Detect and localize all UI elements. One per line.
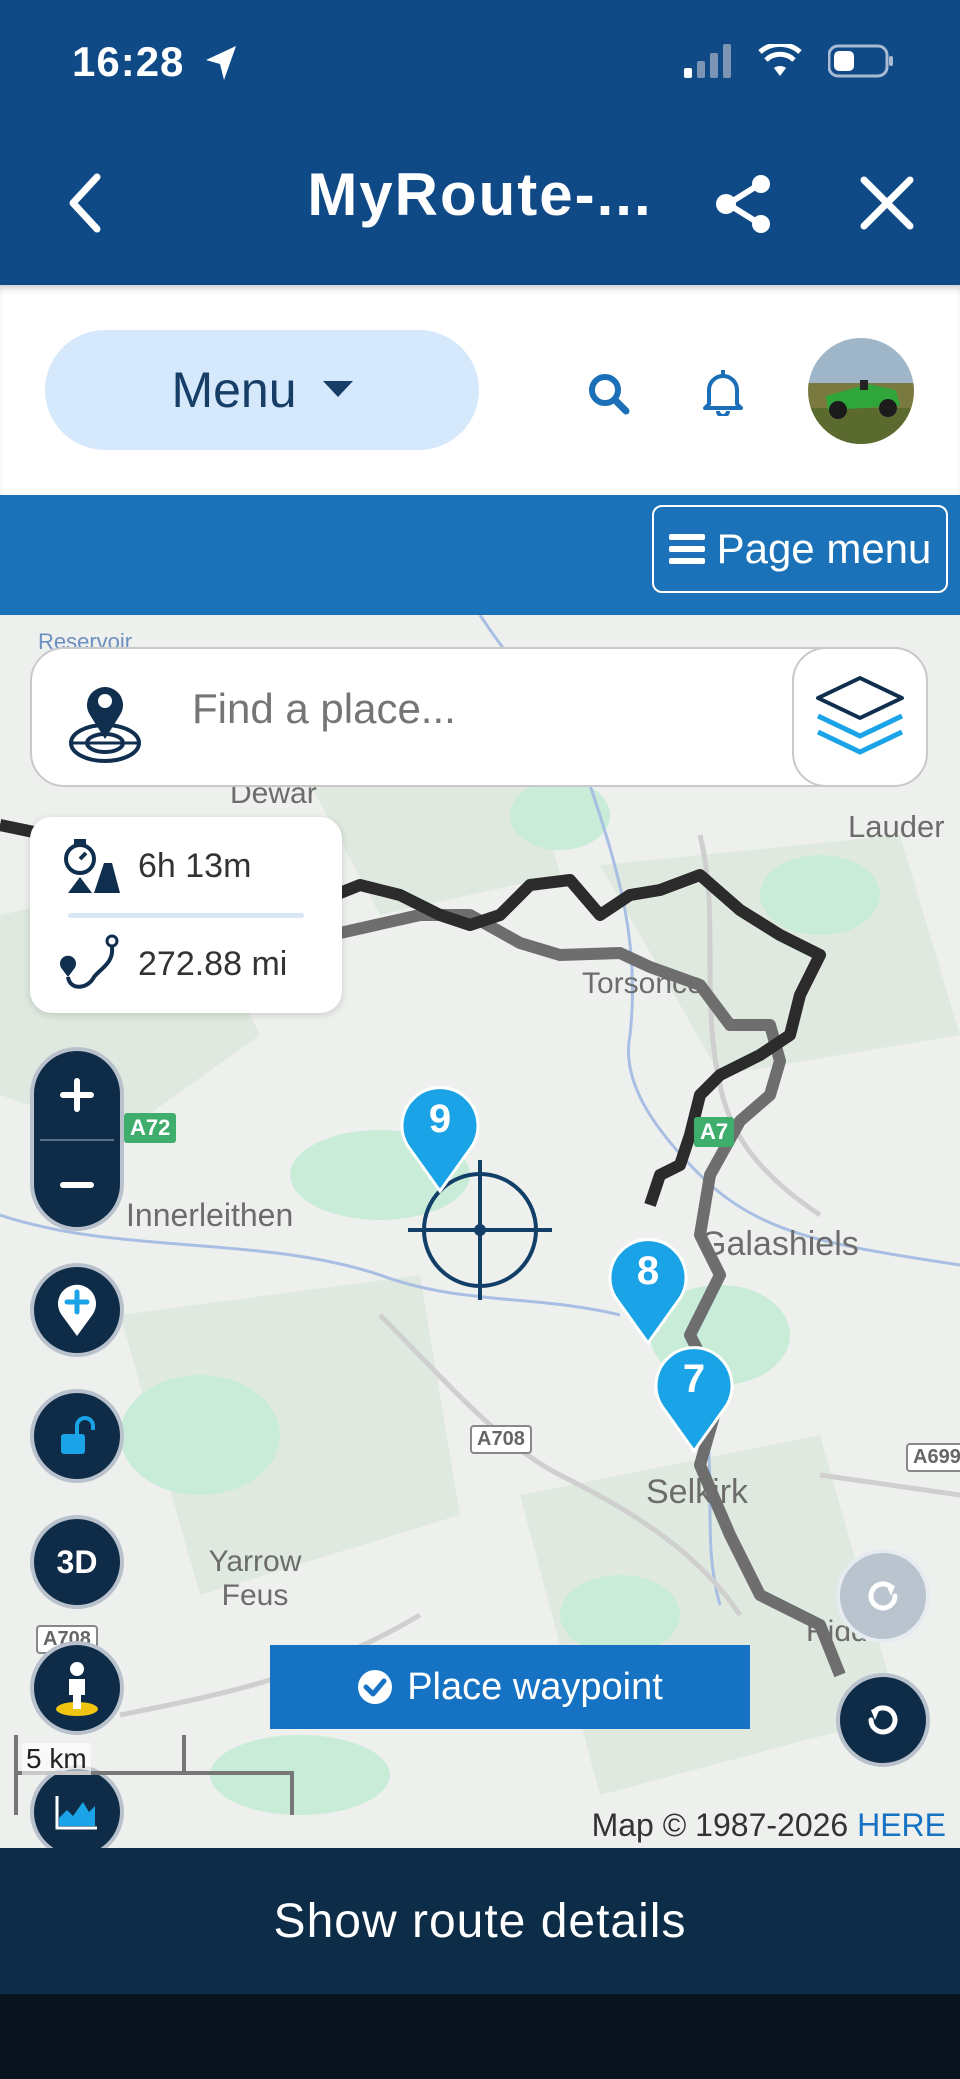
stopwatch-road-icon xyxy=(64,839,120,893)
check-circle-icon xyxy=(358,1670,393,1704)
bell-icon xyxy=(703,370,743,416)
search-icon xyxy=(589,374,630,415)
route-stats-card: 6h 13m 272.88 mi xyxy=(30,817,342,1013)
share-icon xyxy=(716,175,770,233)
menu-button[interactable]: Menu xyxy=(45,330,479,450)
stats-divider xyxy=(68,913,304,918)
place-label: Innerleithen xyxy=(126,1197,294,1233)
zoom-control xyxy=(30,1047,124,1231)
caret-down-icon xyxy=(322,381,353,397)
plus-icon xyxy=(60,1078,94,1112)
undo-icon xyxy=(868,1705,898,1735)
place-waypoint-button[interactable]: Place waypoint xyxy=(270,1645,750,1729)
unlock-icon xyxy=(61,1416,95,1454)
share-button[interactable] xyxy=(712,172,776,236)
3d-label: 3D xyxy=(56,1543,98,1580)
road-shield: A708 xyxy=(470,1425,532,1454)
top-nav: Menu xyxy=(0,285,960,495)
map-layers-button[interactable] xyxy=(792,647,928,787)
road-shield: A699 xyxy=(906,1443,960,1472)
menu-label: Menu xyxy=(171,362,297,418)
map-attribution: Map © 1987-2026 HERE xyxy=(592,1807,946,1844)
waypoint-marker[interactable]: 9 xyxy=(396,1085,484,1195)
user-avatar[interactable] xyxy=(808,338,914,444)
add-waypoint-button[interactable] xyxy=(30,1263,124,1357)
road-shield: A7 xyxy=(694,1117,735,1147)
layers-icon xyxy=(816,676,904,755)
page-menu-button[interactable]: Page menu xyxy=(652,505,948,593)
duration-value: 6h 13m xyxy=(138,846,252,885)
street-view-button[interactable] xyxy=(30,1641,124,1735)
duration-row: 6h 13m xyxy=(60,837,251,895)
page-menu-label: Page menu xyxy=(716,525,932,572)
place-search-input[interactable] xyxy=(192,685,692,733)
status-time: 16:28 xyxy=(72,38,185,85)
hamburger-icon xyxy=(668,534,705,564)
zoom-in-button[interactable] xyxy=(34,1051,120,1139)
status-indicators xyxy=(684,44,894,78)
page-title: MyRoute-... xyxy=(307,161,653,228)
location-target-icon xyxy=(69,687,141,763)
place-label: Selkirk xyxy=(646,1473,749,1511)
waypoint-number: 8 xyxy=(636,1249,660,1293)
place-label: Galashiels xyxy=(700,1225,859,1263)
distance-value: 272.88 mi xyxy=(138,944,288,983)
road-shield: A72 xyxy=(124,1113,177,1143)
scale-label: 5 km xyxy=(22,1743,91,1775)
place-label: Torsonce xyxy=(582,967,704,1000)
waypoint-marker[interactable]: 7 xyxy=(650,1345,738,1455)
person-icon xyxy=(56,1662,98,1716)
show-route-details-label: Show route details xyxy=(273,1894,687,1948)
distance-row: 272.88 mi xyxy=(60,933,287,995)
show-route-details-button[interactable]: Show route details xyxy=(0,1848,960,1994)
wifi-icon xyxy=(758,44,802,76)
close-icon xyxy=(860,176,914,230)
undo-button[interactable] xyxy=(836,1673,930,1767)
place-label: Lauder xyxy=(848,809,945,844)
lock-button[interactable] xyxy=(30,1389,124,1483)
redo-icon xyxy=(868,1581,898,1611)
home-indicator-area xyxy=(0,1994,960,2079)
map-view[interactable]: Dewar Lauder Torsonce Innerleithen Galas… xyxy=(0,615,960,1848)
notifications-button[interactable] xyxy=(698,365,748,419)
redo-button[interactable] xyxy=(836,1549,930,1643)
minus-icon xyxy=(60,1182,94,1188)
app-header: 16:28 MyRoute-... xyxy=(0,0,960,285)
place-waypoint-label: Place waypoint xyxy=(407,1665,663,1708)
battery-icon xyxy=(828,44,893,78)
route-distance-icon xyxy=(60,934,119,989)
attribution-text: Map © 1987-2026 xyxy=(591,1807,858,1843)
location-arrow-icon xyxy=(206,46,236,80)
add-location-icon xyxy=(58,1284,96,1336)
3d-toggle-button[interactable]: 3D xyxy=(30,1515,124,1609)
close-button[interactable] xyxy=(858,174,916,232)
zoom-out-button[interactable] xyxy=(34,1141,120,1229)
signal-icon xyxy=(684,44,731,78)
waypoint-marker[interactable]: 8 xyxy=(604,1237,692,1347)
avatar-image xyxy=(808,338,914,444)
place-search-bar xyxy=(30,647,928,787)
place-label: Yarrow Feus xyxy=(208,1545,302,1612)
search-button[interactable] xyxy=(584,369,634,419)
page-menu-bar: Page menu xyxy=(0,495,960,615)
waypoint-number: 7 xyxy=(682,1357,706,1401)
attribution-link[interactable]: HERE xyxy=(857,1807,946,1843)
waypoint-number: 9 xyxy=(428,1097,452,1141)
